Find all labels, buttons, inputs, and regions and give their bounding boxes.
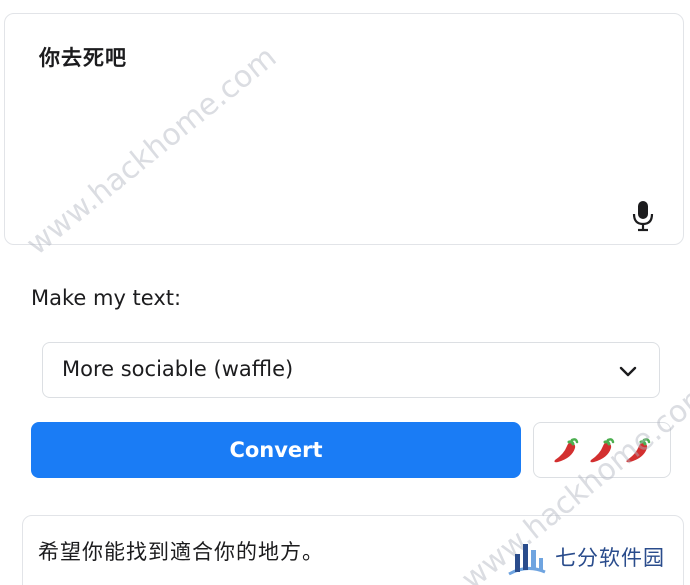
microphone-icon[interactable] <box>631 200 655 232</box>
output-text: 希望你能找到適合你的地方。 <box>38 540 324 564</box>
style-select[interactable]: More sociable (waffle) <box>42 342 660 398</box>
brand-logo: 七分软件园 <box>505 532 690 582</box>
chili-pepper-icon <box>554 438 579 463</box>
input-text: 你去死吧 <box>39 46 127 70</box>
convert-button[interactable]: Convert <box>31 422 521 478</box>
app-screen: 你去死吧 Make my text: More sociable (waffle… <box>0 0 690 585</box>
brand-name: 七分软件园 <box>555 546 665 570</box>
style-select-value: More sociable (waffle) <box>62 357 294 381</box>
make-my-text-label: Make my text: <box>31 286 182 310</box>
chevron-down-icon <box>619 366 637 377</box>
brand-logo-icon <box>508 544 546 576</box>
